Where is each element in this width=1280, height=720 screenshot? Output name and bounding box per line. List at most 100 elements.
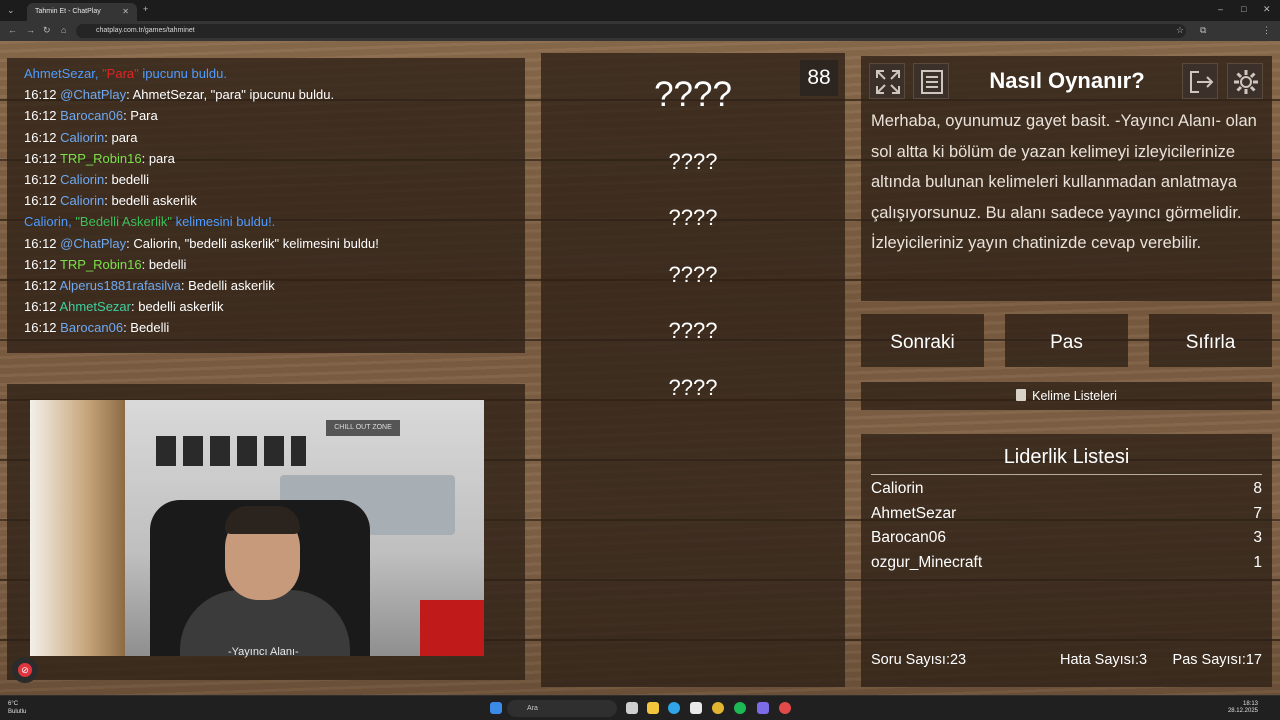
browser-tab[interactable]: Tahmin Et - ChatPlay ✕ <box>27 3 137 21</box>
discord-icon[interactable] <box>757 702 769 714</box>
edge-icon[interactable] <box>668 702 680 714</box>
app-icon[interactable] <box>779 702 791 714</box>
leaderboard-row: Caliorin 8 <box>871 478 1262 500</box>
player-name: ozgur_Minecraft <box>871 554 983 571</box>
error-count: Hata Sayısı:3 <box>1060 652 1148 668</box>
chat-text: : bedelli <box>141 256 187 272</box>
back-icon[interactable]: ← <box>8 25 17 35</box>
leaderboard-row: AhmetSezar 7 <box>871 503 1262 525</box>
how-to-play-text: Merhaba, oyunumuz gayet basit. -Yayıncı … <box>871 112 1257 252</box>
file-explorer-icon[interactable] <box>647 702 659 714</box>
chat-timestamp: 16:12 <box>24 320 57 336</box>
notes-icon[interactable] <box>913 63 949 99</box>
url-text: chatplay.com.tr/games/tahminet <box>96 27 195 34</box>
minimize-icon[interactable]: – <box>1218 4 1223 14</box>
tab-list-icon[interactable]: ⌄ <box>7 5 15 16</box>
game-page: AhmetSezar, "Para" ipucunu buldu. 16:12 @… <box>0 41 1280 695</box>
forward-icon[interactable]: → <box>26 25 35 35</box>
chat-system-highlight: "Bedelli Askerlik" <box>75 214 172 230</box>
reload-icon[interactable]: ↻ <box>43 25 51 36</box>
menu-icon[interactable]: ⋮ <box>1262 25 1271 36</box>
chrome-icon[interactable] <box>712 702 724 714</box>
player-name: Barocan06 <box>871 529 946 546</box>
weather-desc: Bulutlu <box>8 709 27 715</box>
streamer-area-panel: CHILL OUT ZONE -Yayıncı Alanı- <box>7 384 525 680</box>
store-icon[interactable] <box>690 702 702 714</box>
chat-message: 16:12 @ChatPlay: Caliorin, "bedelli aske… <box>24 233 525 254</box>
task-view-icon[interactable] <box>626 702 638 714</box>
player-score: 8 <box>1253 480 1262 497</box>
home-icon[interactable]: ⌂ <box>61 25 66 35</box>
browser-toolbar: ← → ↻ ⌂ chatplay.com.tr/games/tahminet ☆… <box>0 21 1280 41</box>
chat-message: 16:12 Barocan06: Para <box>24 105 525 126</box>
chat-timestamp: 16:12 <box>24 150 57 166</box>
spotify-icon[interactable] <box>734 702 746 714</box>
main-word: ???? <box>654 75 732 114</box>
chat-message: Caliorin, "Bedelli Askerlik" kelimesini … <box>24 211 525 232</box>
weather-temp: 6°C <box>8 701 19 707</box>
fullscreen-icon[interactable] <box>869 63 905 99</box>
chat-message: 16:12 Caliorin: para <box>24 127 525 148</box>
chat-text: : Para <box>123 108 158 124</box>
address-bar[interactable]: chatplay.com.tr/games/tahminet <box>76 24 1186 38</box>
settings-gear-icon[interactable] <box>1227 63 1263 99</box>
taboo-word: ???? <box>668 318 718 343</box>
chat-system-name: Caliorin, <box>24 214 72 230</box>
player-score: 1 <box>1253 554 1262 571</box>
close-window-icon[interactable]: ✕ <box>1263 4 1271 15</box>
chat-timestamp: 16:12 <box>24 108 57 124</box>
maximize-icon[interactable]: □ <box>1241 4 1246 14</box>
chat-message: 16:12 Caliorin: bedelli askerlik <box>24 190 525 211</box>
how-to-play-title: Nasıl Oynanır? <box>989 68 1145 93</box>
streamer-area-label: -Yayıncı Alanı- <box>228 646 299 658</box>
word-lists-button[interactable]: Kelime Listeleri <box>861 382 1272 410</box>
clock-date: 28.12.2025 <box>1227 708 1258 714</box>
reset-button[interactable]: Sıfırla <box>1149 314 1272 367</box>
chat-text: : AhmetSezar, "para" ipucunu buldu. <box>126 87 335 103</box>
taboo-word: ???? <box>668 262 718 287</box>
chat-username: Caliorin <box>60 129 105 145</box>
windows-taskbar: 6°C Bulutlu Ara 18:13 28.12.2025 <box>0 695 1280 720</box>
chat-timestamp: 16:12 <box>24 129 57 145</box>
chat-username: AhmetSezar <box>59 299 131 315</box>
extensions-icon[interactable]: ⧉ <box>1200 25 1206 36</box>
weather-widget[interactable]: 6°C Bulutlu <box>8 700 26 716</box>
chat-timestamp: 16:12 <box>24 256 57 272</box>
close-tab-icon[interactable]: ✕ <box>122 3 129 21</box>
how-to-play-panel: Nasıl Oynanır? Merhaba, oyunumuz gayet b… <box>861 56 1272 301</box>
chat-text: : para <box>104 129 138 145</box>
chat-message: AhmetSezar, "Para" ipucunu buldu. <box>24 63 525 84</box>
player-name: AhmetSezar <box>871 505 957 522</box>
chat-username: Caliorin <box>60 171 105 187</box>
chat-text: : Bedelli askerlik <box>180 277 275 293</box>
chat-system-text: kelimesini buldu!. <box>171 214 276 230</box>
book-icon <box>1016 389 1027 401</box>
leaderboard-divider <box>871 474 1262 475</box>
new-tab-icon[interactable]: + <box>143 4 148 14</box>
leaderboard-title: Liderlik Listesi <box>1003 446 1130 468</box>
player-score: 7 <box>1253 505 1262 522</box>
chat-text: : bedelli askerlik <box>131 299 224 315</box>
logout-icon[interactable] <box>1182 63 1218 99</box>
leaderboard-row: Barocan06 3 <box>871 527 1262 549</box>
browser-tab-bar: ⌄ Tahmin Et - ChatPlay ✕ + – □ ✕ <box>0 0 1280 21</box>
wall-sign: CHILL OUT ZONE <box>326 420 400 436</box>
pass-button[interactable]: Pas <box>1005 314 1128 367</box>
taskbar-search[interactable]: Ara <box>507 700 617 717</box>
chat-timestamp: 16:12 <box>24 87 57 103</box>
chat-text: : para <box>141 150 175 166</box>
chat-text: : bedelli <box>104 171 150 187</box>
chat-message: 16:12 Caliorin: bedelli <box>24 169 525 190</box>
windows-start-icon[interactable] <box>490 702 502 714</box>
bookmark-star-icon[interactable]: ☆ <box>1176 25 1184 36</box>
chat-text: : Bedelli <box>123 320 170 336</box>
chat-system-highlight: "Para" <box>102 66 139 81</box>
chat-text: : Caliorin, "bedelli askerlik" kelimesin… <box>126 235 379 251</box>
taskbar-clock[interactable]: 18:13 28.12.2025 <box>1228 701 1258 715</box>
next-button[interactable]: Sonraki <box>861 314 984 367</box>
leaderboard-row: ozgur_Minecraft 1 <box>871 552 1262 574</box>
chat-system-text: ipucunu buldu. <box>138 66 227 81</box>
chat-message: 16:12 Alperus1881rafasilva: Bedelli aske… <box>24 275 525 296</box>
chat-username: TRP_Robin16 <box>59 150 142 166</box>
record-button[interactable]: ⊘ <box>12 657 38 683</box>
